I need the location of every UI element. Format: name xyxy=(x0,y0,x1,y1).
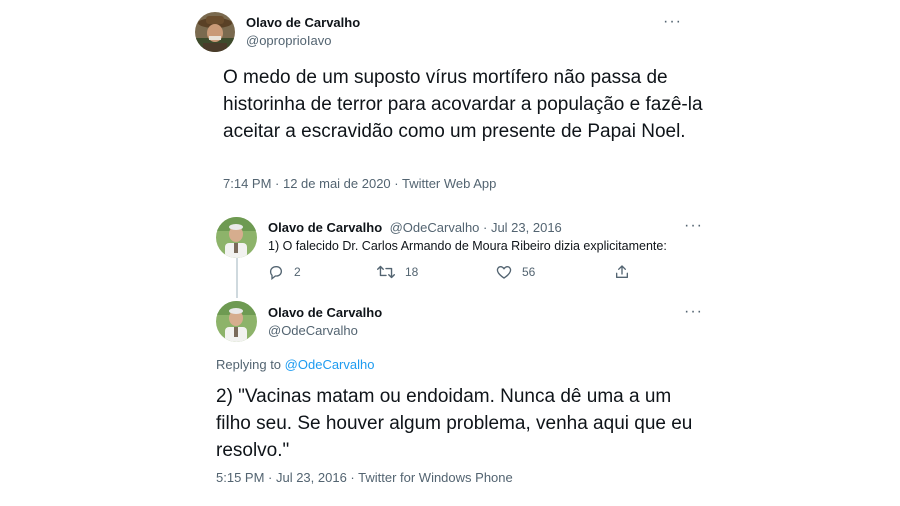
quoted-display-name[interactable]: Olavo de Carvalho xyxy=(268,220,382,235)
retweet-button[interactable]: 18 xyxy=(377,264,418,280)
quoted-avatar[interactable] xyxy=(216,217,257,258)
retweet-icon xyxy=(377,265,395,279)
quoted-header: Olavo de Carvalho @OdeCarvalho · Jul 23,… xyxy=(268,219,562,237)
quoted-more-icon[interactable]: ··· xyxy=(684,217,703,235)
main-avatar[interactable] xyxy=(195,12,235,52)
share-icon xyxy=(616,265,628,278)
share-button[interactable] xyxy=(614,264,630,280)
avatar-image xyxy=(195,12,235,52)
reply-avatar[interactable] xyxy=(216,301,257,342)
thread-line xyxy=(236,258,238,298)
reply-button[interactable]: 2 xyxy=(268,264,301,280)
quoted-tweet-text: 1) O falecido Dr. Carlos Armando de Mour… xyxy=(268,239,667,253)
replying-to-link[interactable]: @OdeCarvalho xyxy=(285,357,375,372)
avatar-image xyxy=(216,217,257,258)
main-handle[interactable]: @oproprioIavo xyxy=(246,33,331,48)
main-display-name[interactable]: Olavo de Carvalho xyxy=(246,15,360,30)
reply-display-name[interactable]: Olavo de Carvalho xyxy=(268,305,382,320)
avatar-image xyxy=(216,301,257,342)
replying-to-line: Replying to @OdeCarvalho xyxy=(216,357,374,372)
like-count: 56 xyxy=(522,265,536,279)
reply-handle[interactable]: @OdeCarvalho xyxy=(268,323,358,338)
reply-more-icon[interactable]: ··· xyxy=(684,303,703,321)
main-tweet-text: O medo de um suposto vírus mortífero não… xyxy=(223,67,703,142)
main-timestamp[interactable]: 7:14 PM · 12 de mai de 2020 · Twitter We… xyxy=(223,176,496,191)
reply-icon xyxy=(269,266,282,280)
like-icon xyxy=(496,265,512,279)
quoted-handle-time[interactable]: @OdeCarvalho · Jul 23, 2016 xyxy=(390,220,562,235)
like-button[interactable]: 56 xyxy=(496,264,535,280)
reply-count: 2 xyxy=(294,265,301,279)
replying-prefix: Replying to xyxy=(216,357,282,372)
reply-timestamp[interactable]: 5:15 PM · Jul 23, 2016 · Twitter for Win… xyxy=(216,470,513,485)
retweet-count: 18 xyxy=(405,265,419,279)
reply-tweet-text: 2) "Vacinas matam ou endoidam. Nunca dê … xyxy=(216,386,693,461)
main-more-icon[interactable]: ··· xyxy=(663,13,682,31)
